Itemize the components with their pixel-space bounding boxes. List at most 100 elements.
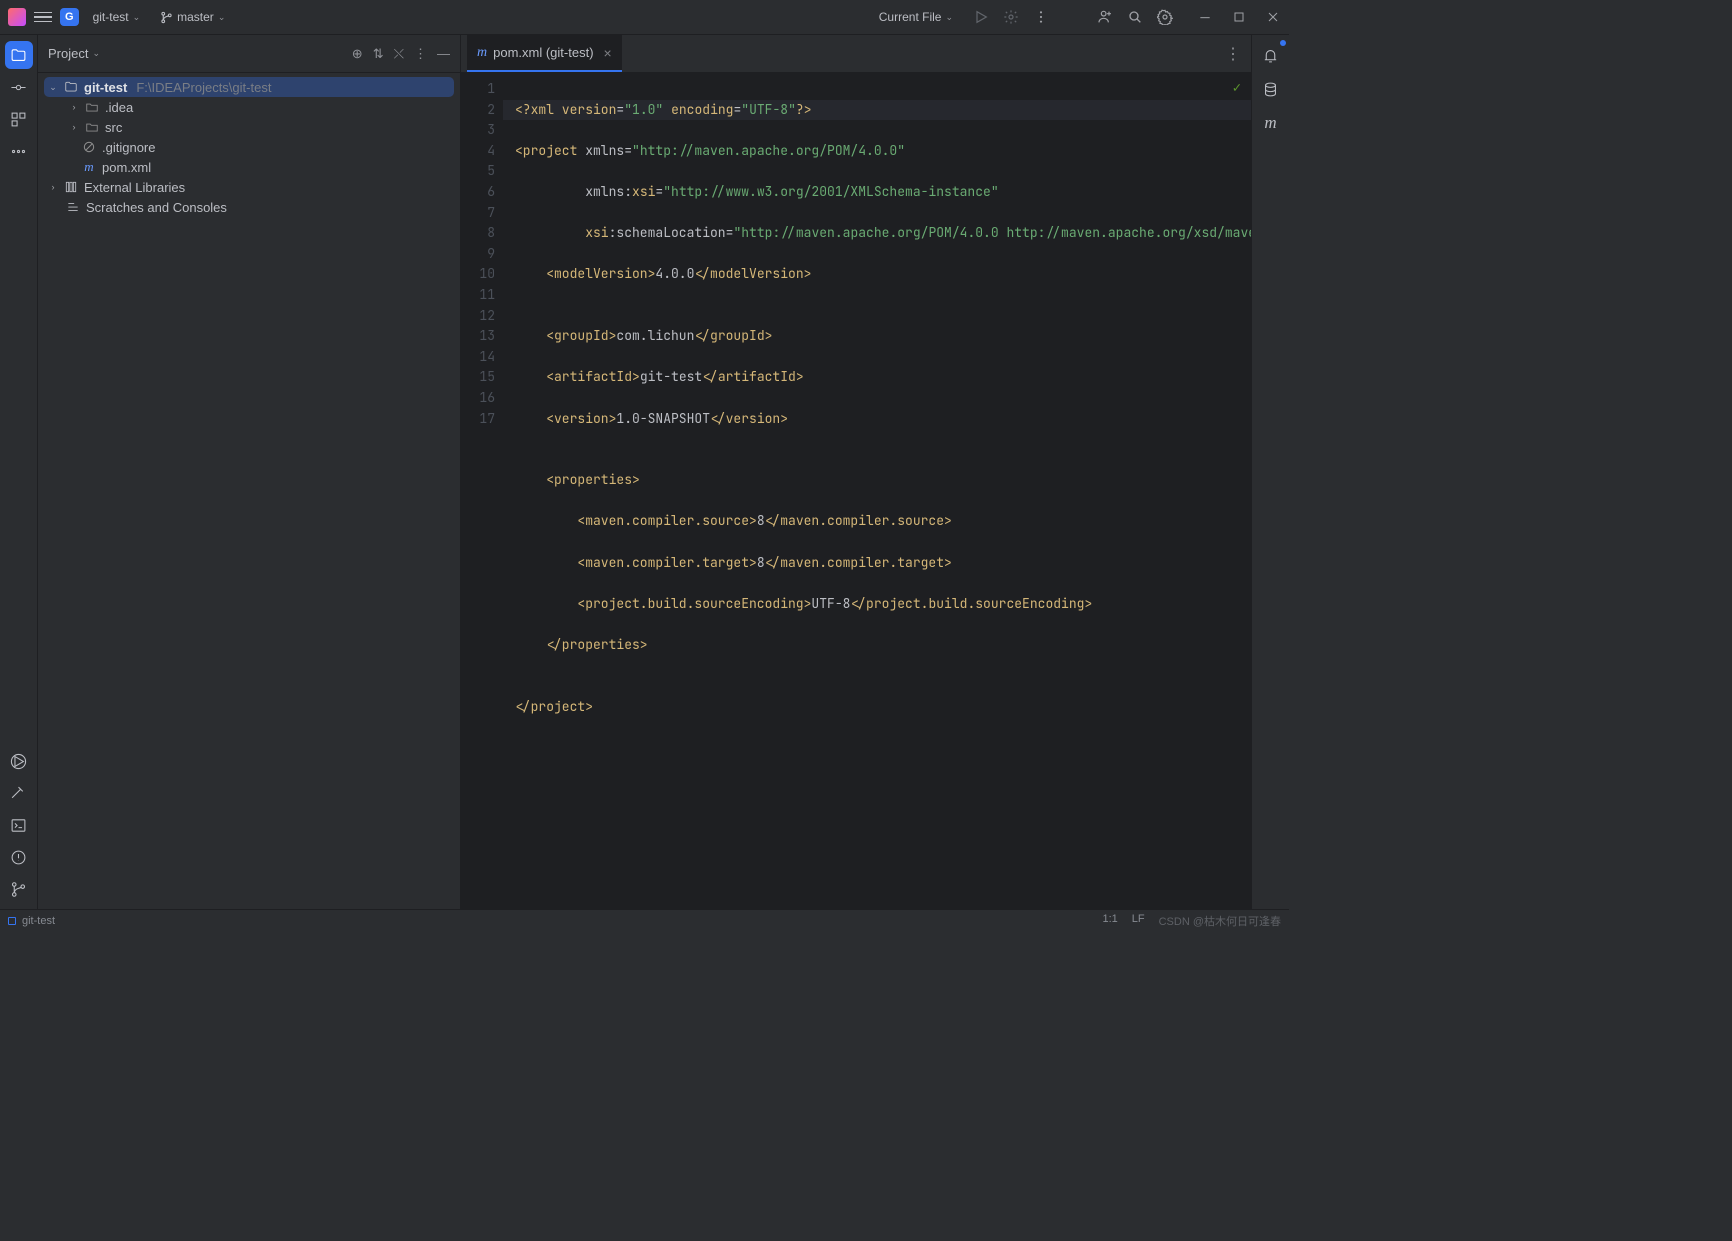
xmlns: "http://maven.apache.org/POM/4.0.0": [632, 142, 905, 159]
panel-title: Project: [48, 46, 88, 61]
right-tool-rail: m: [1251, 35, 1289, 909]
chevron-down-icon: ⌄: [945, 12, 953, 23]
chevron-right-icon: ›: [48, 182, 58, 192]
line-num: 5: [461, 161, 495, 182]
source-encoding: UTF-8: [811, 595, 850, 612]
debug-icon[interactable]: [1003, 9, 1019, 25]
tree-label: External Libraries: [84, 180, 185, 195]
terminal-tool-icon[interactable]: [5, 811, 33, 839]
tab-actions-icon[interactable]: ⋮: [1215, 35, 1251, 72]
line-gutter: 1 2 3 4 5 6 7 8 9 10 11 12 13 14 15 16 1…: [461, 73, 503, 909]
watermark: CSDN @枯木何日可逢春: [1159, 913, 1281, 929]
titlebar-left: G git-test⌄ master⌄: [8, 6, 231, 28]
more-tool-icon[interactable]: [5, 137, 33, 165]
left-tool-rail: [0, 35, 38, 909]
chevron-down-icon: ⌄: [48, 82, 58, 93]
maven-tool-icon[interactable]: m: [1257, 109, 1285, 137]
artifact-id: git-test: [640, 368, 702, 385]
run-config-dropdown[interactable]: Current File⌄: [873, 6, 959, 28]
branch-indicator-icon: [8, 917, 16, 925]
tree-item-idea[interactable]: › .idea: [44, 97, 454, 117]
line-num: 4: [461, 141, 495, 162]
line-num: 15: [461, 367, 495, 388]
run-config-label: Current File: [879, 10, 942, 24]
maven-file-icon: m: [477, 45, 487, 61]
close-tab-icon[interactable]: ×: [604, 45, 612, 61]
titlebar-right: Current File⌄: [873, 6, 1281, 28]
git-tool-icon[interactable]: [5, 875, 33, 903]
branch-name: master: [177, 10, 214, 24]
code-content[interactable]: <?xml version="1.0" encoding="UTF-8"?> <…: [503, 73, 1251, 909]
main-area: Project⌄ ⊕ ⇅ ⤬ ⋮ — ⌄ git-test F:\IDEAPro…: [0, 35, 1289, 909]
panel-title-dropdown[interactable]: Project⌄: [48, 46, 100, 61]
statusbar-branch[interactable]: git-test: [8, 915, 55, 927]
project-tool-icon[interactable]: [5, 41, 33, 69]
run-tool-icon[interactable]: [5, 747, 33, 775]
line-num: 12: [461, 306, 495, 327]
editor-tab[interactable]: m pom.xml (git-test) ×: [467, 35, 622, 72]
settings-icon[interactable]: [1157, 9, 1173, 25]
notifications-icon[interactable]: [1257, 41, 1285, 69]
maximize-icon[interactable]: [1231, 9, 1247, 25]
inspection-ok-icon[interactable]: ✓: [1233, 79, 1241, 97]
chevron-down-icon: ⌄: [133, 12, 141, 23]
main-menu-icon[interactable]: [34, 8, 52, 26]
expand-all-icon[interactable]: ⇅: [373, 46, 384, 62]
line-num: 9: [461, 244, 495, 265]
tree-label: src: [105, 120, 122, 135]
tree-label: .gitignore: [102, 140, 155, 155]
structure-tool-icon[interactable]: [5, 105, 33, 133]
code-editor[interactable]: ✓ 1 2 3 4 5 6 7 8 9 10 11 12 13 14 15 16…: [461, 73, 1251, 909]
tree-root[interactable]: ⌄ git-test F:\IDEAProjects\git-test: [44, 77, 454, 97]
line-num: 6: [461, 182, 495, 203]
close-icon[interactable]: [1265, 9, 1281, 25]
project-panel-header: Project⌄ ⊕ ⇅ ⤬ ⋮ —: [38, 35, 460, 73]
line-num: 17: [461, 409, 495, 430]
status-branch-label: git-test: [22, 915, 55, 927]
line-num: 16: [461, 388, 495, 409]
model-version: 4.0.0: [655, 265, 694, 282]
line-num: 3: [461, 120, 495, 141]
tree-label: Scratches and Consoles: [86, 200, 227, 215]
commit-tool-icon[interactable]: [5, 73, 33, 101]
hide-panel-icon[interactable]: —: [437, 46, 450, 62]
tree-item-src[interactable]: › src: [44, 117, 454, 137]
select-opened-icon[interactable]: ⊕: [352, 46, 363, 62]
xsi: "http://www.w3.org/2001/XMLSchema-instan…: [663, 183, 998, 200]
build-tool-icon[interactable]: [5, 779, 33, 807]
tree-item-gitignore[interactable]: .gitignore: [44, 137, 454, 157]
compiler-source: 8: [757, 512, 765, 529]
folder-icon: [63, 79, 79, 95]
version: 1.0-SNAPSHOT: [616, 410, 710, 427]
project-tree[interactable]: ⌄ git-test F:\IDEAProjects\git-test › .i…: [38, 73, 460, 909]
xml-encoding: "UTF-8": [741, 101, 796, 118]
chevron-right-icon: ›: [69, 122, 79, 132]
database-icon[interactable]: [1257, 75, 1285, 103]
chevron-right-icon: ›: [69, 102, 79, 112]
code-with-me-icon[interactable]: [1097, 9, 1113, 25]
more-icon[interactable]: [1033, 9, 1049, 25]
folder-icon: [84, 99, 100, 115]
branch-dropdown[interactable]: master⌄: [154, 6, 231, 28]
panel-more-icon[interactable]: ⋮: [414, 46, 427, 62]
schema-location: "http://maven.apache.org/POM/4.0.0 http:…: [733, 224, 1251, 241]
collapse-all-icon[interactable]: ⤬: [394, 46, 404, 62]
line-num: 7: [461, 203, 495, 224]
problems-tool-icon[interactable]: [5, 843, 33, 871]
xml-version: "1.0": [624, 101, 663, 118]
tree-item-external[interactable]: › External Libraries: [44, 177, 454, 197]
tree-item-scratches[interactable]: Scratches and Consoles: [44, 197, 454, 217]
search-icon[interactable]: [1127, 9, 1143, 25]
caret-position[interactable]: 1:1: [1102, 913, 1117, 929]
group-id: com.lichun: [616, 327, 694, 344]
run-icon[interactable]: [973, 9, 989, 25]
line-separator[interactable]: LF: [1132, 913, 1145, 929]
tree-root-path: F:\IDEAProjects\git-test: [136, 80, 271, 95]
maven-file-icon: m: [81, 159, 97, 175]
project-dropdown[interactable]: git-test⌄: [87, 6, 147, 28]
app-icon[interactable]: [8, 8, 26, 26]
minimize-icon[interactable]: [1197, 9, 1213, 25]
project-chip[interactable]: G: [60, 8, 79, 26]
tree-item-pom[interactable]: m pom.xml: [44, 157, 454, 177]
line-num: 11: [461, 285, 495, 306]
